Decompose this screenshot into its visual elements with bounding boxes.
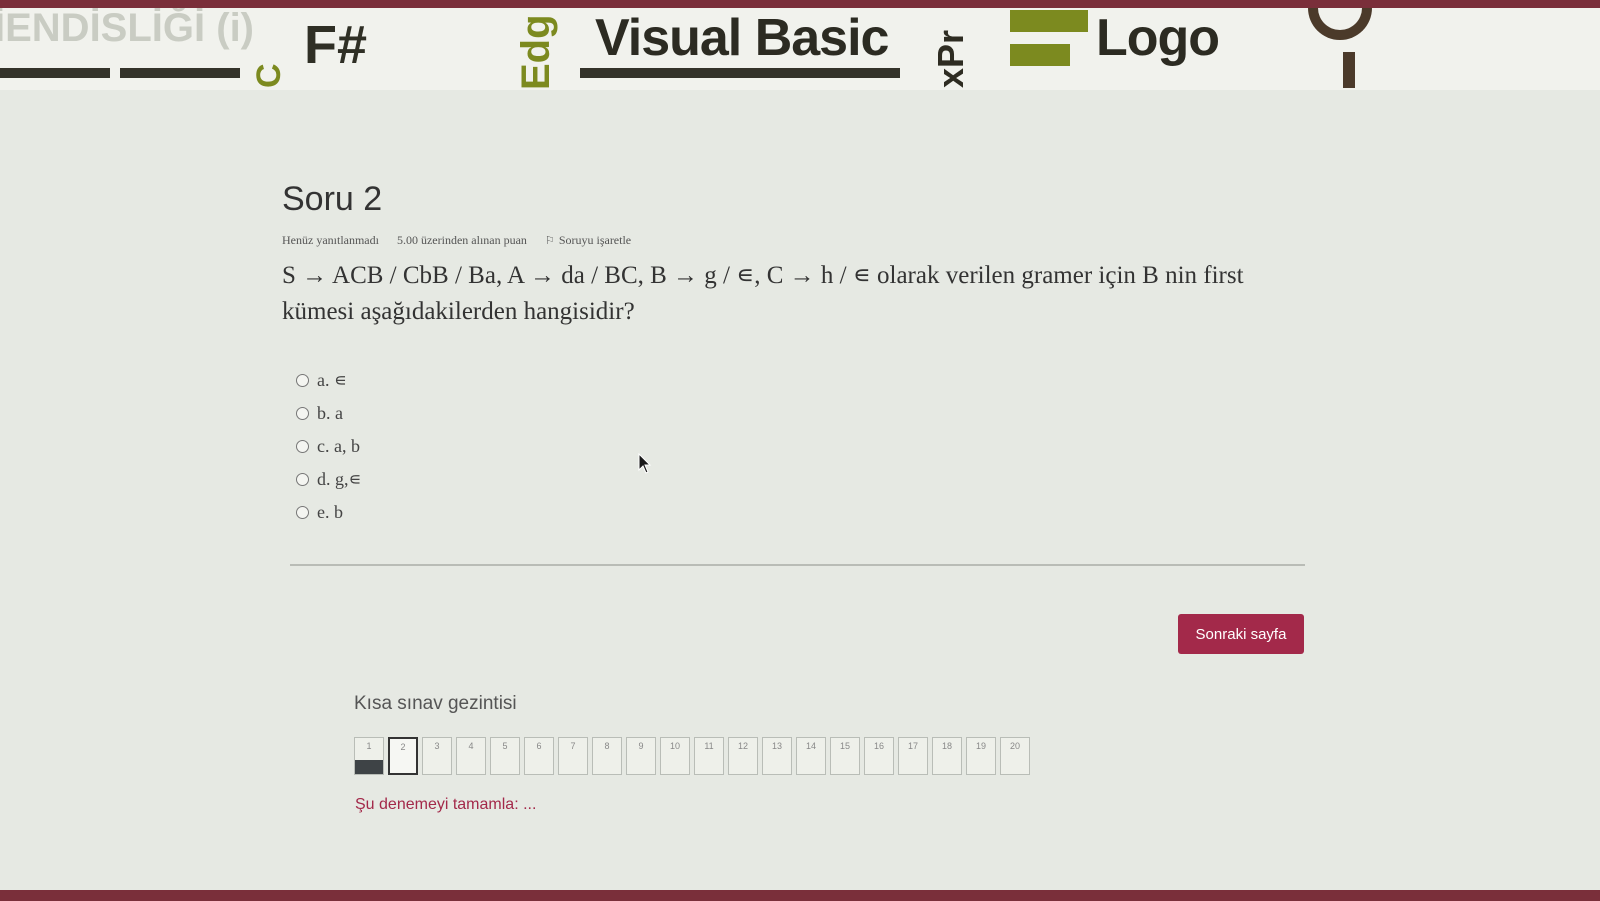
quiz-nav-page-number: 13 (771, 741, 782, 751)
quiz-navigation-title: Kısa sınav gezintisi (354, 693, 517, 714)
answered-indicator (355, 759, 383, 774)
quiz-nav-page-number: 18 (941, 741, 952, 751)
banner-word: Logo (1096, 9, 1220, 67)
quiz-nav-page-button[interactable]: 3 (422, 737, 452, 775)
quiz-nav-page-number: 20 (1009, 741, 1020, 751)
quiz-nav-page-number: 6 (536, 741, 542, 751)
flag-question-link[interactable]: ⚐ Soruyu işaretle (545, 233, 631, 248)
quiz-nav-page-number: 14 (805, 741, 816, 751)
question-title: Soru 2 (282, 180, 383, 218)
quiz-nav-page-number: 9 (638, 741, 644, 751)
banner-decoration (1010, 44, 1070, 66)
quiz-nav-page-button[interactable]: 8 (592, 737, 622, 775)
banner-decoration (580, 68, 900, 78)
flag-label: Soruyu işaretle (558, 233, 632, 247)
question-points: 5.00 üzerinden alınan puan (396, 233, 527, 247)
quiz-nav-page-button[interactable]: 15 (830, 737, 860, 775)
quiz-nav-page-button[interactable]: 4 (456, 737, 486, 775)
question-status: Henüz yanıtlanmadı (282, 233, 379, 247)
quiz-nav-page-button[interactable]: 14 (796, 737, 826, 775)
quiz-nav-page-number: 5 (502, 741, 508, 751)
answer-option-c[interactable]: c. a, b (296, 430, 1312, 463)
banner-decoration (1010, 10, 1088, 32)
quiz-navigation: Kısa sınav gezintisi 1 2 3 4 5 6 7 8 9 10 11 12 13 14… (354, 693, 1030, 775)
quiz-nav-page-number: 3 (434, 741, 440, 751)
top-frame-strip (0, 0, 1600, 8)
answer-option-e[interactable]: e. b (296, 496, 1312, 529)
radio-button[interactable] (296, 473, 309, 486)
finish-attempt-link[interactable]: Şu denemeyi tamamla: ... (355, 796, 536, 814)
banner-word: F# (304, 15, 368, 75)
quiz-nav-page-number: 16 (873, 741, 884, 751)
quiz-nav-page-button[interactable]: 1 (354, 737, 384, 775)
bottom-frame-strip (0, 890, 1600, 901)
quiz-nav-page-button[interactable]: 13 (762, 737, 792, 775)
banner-word: C (250, 63, 288, 88)
answer-options: a. ∊ b. a c. a, b d. g,∊ e. b (296, 364, 1312, 529)
banner-word: xPr (930, 29, 971, 88)
banner-word: Visual Basic (595, 9, 889, 67)
quiz-navigation-buttons: 1 2 3 4 5 6 7 8 9 10 11 12 13 14 15 16 17 18 19 20 (354, 737, 1030, 775)
quiz-nav-page-button[interactable]: 17 (898, 737, 928, 775)
quiz-nav-page-number: 7 (570, 741, 576, 751)
quiz-nav-page-number: 12 (737, 741, 748, 751)
mouse-cursor-icon (638, 453, 652, 474)
quiz-nav-page-button[interactable]: 19 (966, 737, 996, 775)
question-panel: Soru 2 Henüz yanıtlanmadı 5.00 üzerinden… (282, 180, 1312, 529)
divider (290, 564, 1305, 566)
quiz-nav-page-number: 8 (604, 741, 610, 751)
quiz-nav-page-number: 11 (704, 741, 714, 751)
radio-button[interactable] (296, 440, 309, 453)
quiz-nav-page-button[interactable]: 18 (932, 737, 962, 775)
header-banner: İENDİSLİĞİ (i) C F# Edg Visual Basic xPr… (0, 0, 1600, 90)
banner-decoration (0, 68, 110, 78)
radio-button[interactable] (296, 407, 309, 420)
quiz-nav-page-button[interactable]: 2 (388, 737, 418, 775)
question-info: Henüz yanıtlanmadı 5.00 üzerinden alınan… (282, 233, 1312, 248)
quiz-nav-page-number: 2 (400, 742, 406, 752)
quiz-nav-page-button[interactable]: 7 (558, 737, 588, 775)
next-page-button[interactable]: Sonraki sayfa (1178, 614, 1304, 654)
answer-option-b[interactable]: b. a (296, 397, 1312, 430)
quiz-nav-page-number: 15 (839, 741, 850, 751)
quiz-nav-page-number: 10 (669, 741, 680, 751)
quiz-nav-page-number: 4 (468, 741, 474, 751)
quiz-nav-page-number: 19 (975, 741, 986, 751)
answer-label: a. ∊ (317, 370, 347, 390)
banner-decoration (1343, 52, 1355, 88)
answer-option-a[interactable]: a. ∊ (296, 364, 1312, 397)
quiz-nav-page-number: 17 (907, 741, 918, 751)
answer-option-d[interactable]: d. g,∊ (296, 463, 1312, 496)
banner-word: Edg (514, 14, 558, 90)
answer-label: b. a (317, 403, 343, 423)
quiz-nav-page-button[interactable]: 12 (728, 737, 758, 775)
quiz-nav-page-button[interactable]: 9 (626, 737, 656, 775)
quiz-nav-page-number: 1 (366, 741, 372, 751)
quiz-nav-page-button[interactable]: 5 (490, 737, 520, 775)
banner-word: İENDİSLİĞİ (i) (0, 6, 254, 50)
answer-label: e. b (317, 502, 343, 522)
quiz-nav-page-button[interactable]: 11 (694, 737, 724, 775)
quiz-nav-page-button[interactable]: 6 (524, 737, 554, 775)
answer-label: d. g,∊ (317, 469, 362, 489)
quiz-nav-page-button[interactable]: 16 (864, 737, 894, 775)
quiz-nav-page-button[interactable]: 20 (1000, 737, 1030, 775)
quiz-nav-page-button[interactable]: 10 (660, 737, 690, 775)
radio-button[interactable] (296, 506, 309, 519)
flag-icon: ⚐ (544, 235, 555, 247)
answer-label: c. a, b (317, 436, 360, 456)
question-text: S → ACB / CbB / Ba, A → da / BC, B → g /… (282, 262, 1244, 325)
banner-decoration (120, 68, 240, 78)
radio-button[interactable] (296, 374, 309, 387)
